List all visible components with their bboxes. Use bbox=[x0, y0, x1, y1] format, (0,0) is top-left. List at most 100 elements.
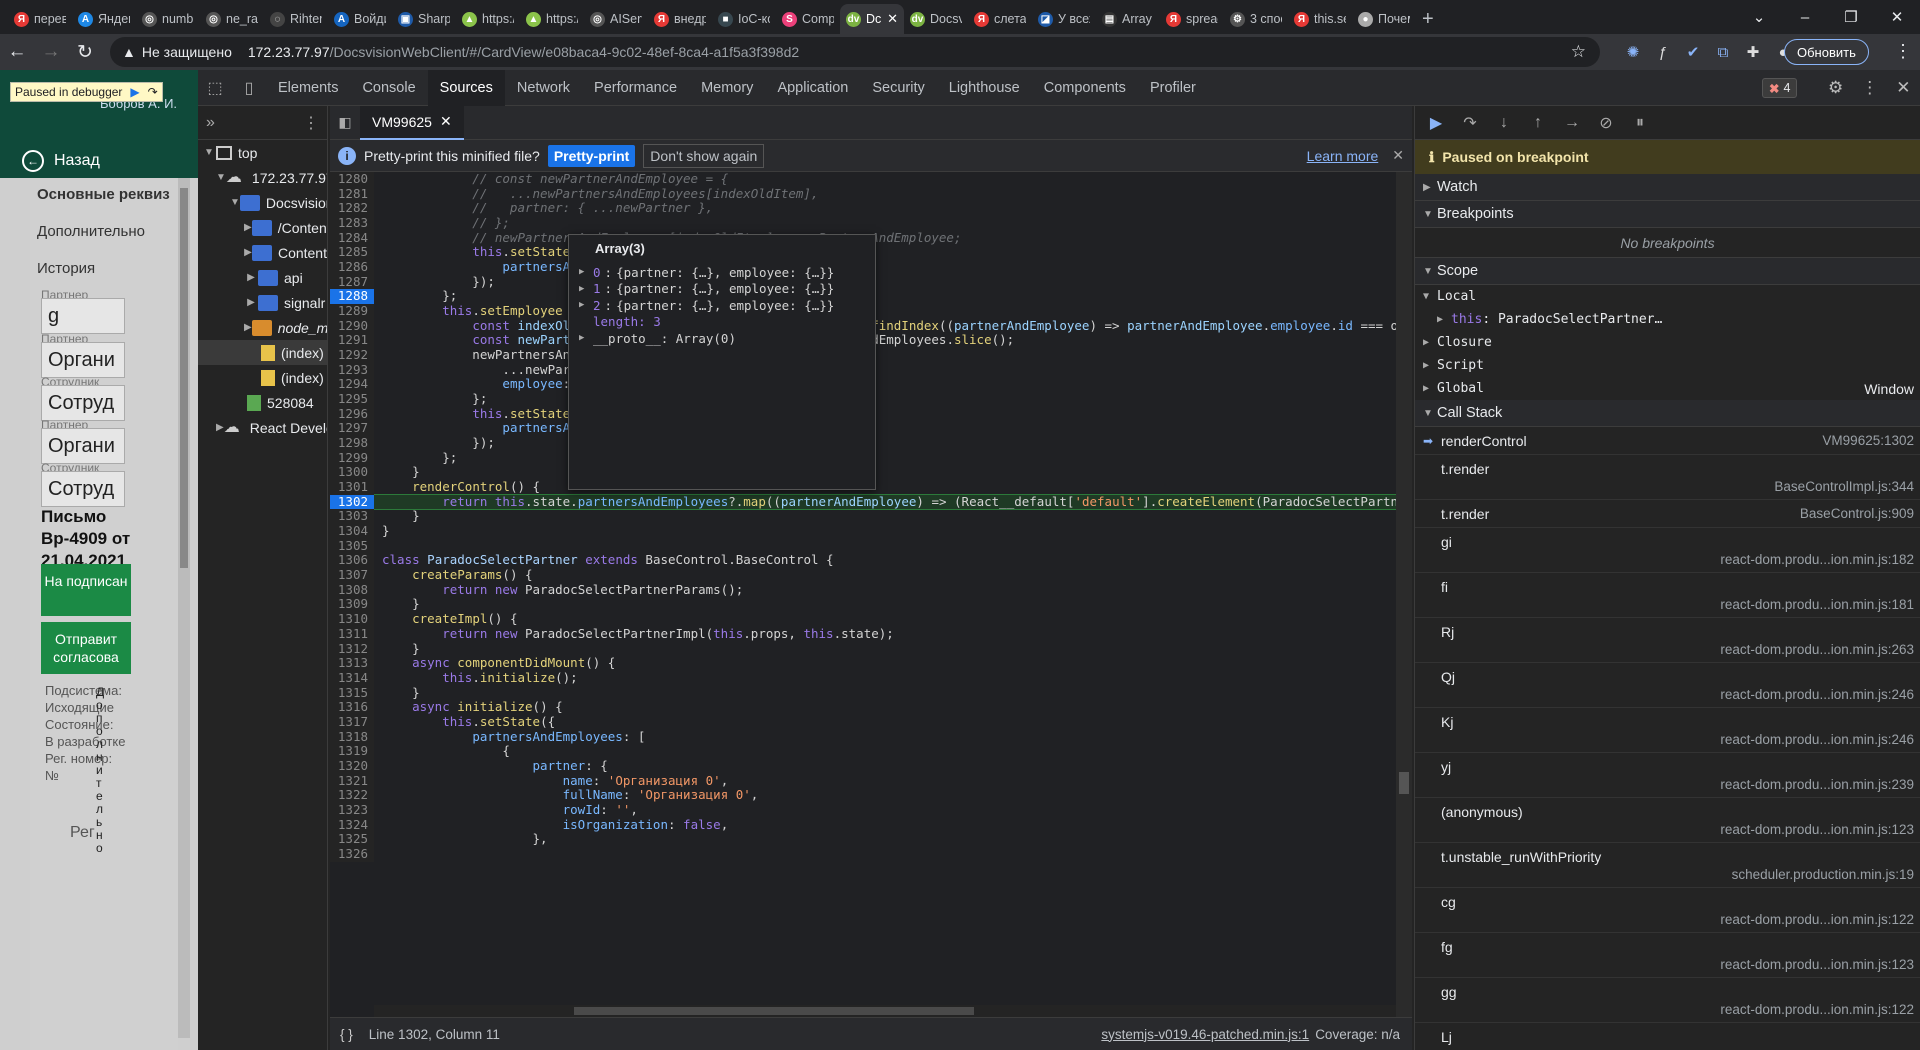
line-number[interactable]: 1313 bbox=[330, 655, 374, 671]
learn-more-link[interactable]: Learn more bbox=[1307, 148, 1379, 164]
browser-tab[interactable]: dv Docsv bbox=[904, 4, 968, 34]
restore-button[interactable]: ❐ bbox=[1828, 8, 1874, 26]
editor-horizontal-scrollbar[interactable] bbox=[374, 1005, 1396, 1017]
line-number[interactable]: 1306 bbox=[330, 553, 374, 569]
browser-tab[interactable]: ■ IoC-ко bbox=[712, 4, 776, 34]
file-tree-item[interactable]: (index) bbox=[198, 365, 327, 390]
code-line[interactable]: 1283 // }; bbox=[330, 215, 1412, 231]
expand-triangle-icon[interactable]: ▶ bbox=[579, 284, 589, 294]
line-number[interactable]: 1322 bbox=[330, 788, 374, 803]
file-tree-item[interactable]: ▶ node_modules bbox=[198, 315, 327, 340]
call-stack-frame[interactable]: cg react-dom.produ...ion.min.js:122 bbox=[1415, 888, 1920, 933]
resume-icon[interactable]: ▶ bbox=[130, 85, 139, 99]
step-into-icon[interactable]: ↓ bbox=[1493, 114, 1515, 132]
file-tree-item[interactable]: (index) bbox=[198, 340, 327, 365]
line-number[interactable]: 1323 bbox=[330, 802, 374, 818]
line-number[interactable]: 1285 bbox=[330, 245, 374, 261]
call-stack-frame[interactable]: Kj react-dom.produ...ion.min.js:246 bbox=[1415, 708, 1920, 753]
scope-closure[interactable]: ▶ Closure bbox=[1415, 331, 1920, 354]
line-number[interactable]: 1283 bbox=[330, 215, 374, 231]
devtools-tab-console[interactable]: Console bbox=[350, 70, 427, 106]
code-line[interactable]: 1317 this.setState({ bbox=[330, 714, 1412, 730]
breakpoint-line-number[interactable]: 1288 bbox=[330, 289, 374, 305]
line-number[interactable]: 1319 bbox=[330, 744, 374, 759]
browser-tab[interactable]: ⚙ 3 спос bbox=[1224, 4, 1288, 34]
browser-tab[interactable]: ▣ SharpL bbox=[392, 4, 456, 34]
line-number[interactable]: 1284 bbox=[330, 230, 374, 246]
code-line[interactable]: 1280 // const newPartnerAndEmployee = { bbox=[330, 172, 1412, 187]
frame-location[interactable]: react-dom.produ...ion.min.js:246 bbox=[1720, 687, 1914, 702]
line-number[interactable]: 1324 bbox=[330, 817, 374, 833]
browser-tab[interactable]: S Comp bbox=[776, 4, 840, 34]
code-line[interactable]: 1313 async componentDidMount() { bbox=[330, 655, 1412, 671]
puzzle-icon[interactable]: ✚ bbox=[1742, 43, 1764, 61]
line-number[interactable]: 1314 bbox=[330, 670, 374, 686]
expand-triangle-icon[interactable]: ▶ bbox=[579, 333, 589, 343]
frame-location[interactable]: react-dom.produ...ion.min.js:123 bbox=[1720, 957, 1914, 972]
line-number[interactable]: 1295 bbox=[330, 391, 374, 407]
browser-tab[interactable]: ● Почем bbox=[1352, 4, 1416, 34]
browser-tab[interactable]: A Войдит bbox=[328, 4, 392, 34]
code-line[interactable]: 1282 // partner: { ...newPartner }, bbox=[330, 201, 1412, 217]
code-line[interactable]: 1306 class ParadocSelectPartner extends B… bbox=[330, 553, 1412, 569]
code-line[interactable]: 1304} bbox=[330, 523, 1412, 539]
code-line[interactable]: 1318 partnersAndEmployees: [ bbox=[330, 729, 1412, 745]
line-number[interactable]: 1298 bbox=[330, 435, 374, 451]
devtools-tab-application[interactable]: Application bbox=[765, 70, 860, 106]
code-line[interactable]: 1315 } bbox=[330, 685, 1412, 701]
step-icon[interactable]: → bbox=[1561, 114, 1583, 132]
code-line[interactable]: 1312 } bbox=[330, 641, 1412, 657]
close-tab-icon[interactable]: ✕ bbox=[440, 113, 452, 130]
code-line[interactable]: 1305 bbox=[330, 538, 1412, 554]
settings-gear-icon[interactable]: ⚙ bbox=[1828, 78, 1843, 98]
code-line[interactable]: 1308 return new ParadocSelectPartnerPara… bbox=[330, 582, 1412, 598]
devtools-tab-network[interactable]: Network bbox=[505, 70, 582, 106]
line-number[interactable]: 1321 bbox=[330, 773, 374, 789]
frame-location[interactable]: BaseControl.js:909 bbox=[1800, 506, 1914, 521]
line-number[interactable]: 1310 bbox=[330, 611, 374, 627]
browser-tab[interactable]: ◎ AIServ bbox=[584, 4, 648, 34]
popover-item[interactable]: ▶ 2: {partner: {…}, employee: {…}} bbox=[579, 297, 865, 314]
frame-location[interactable]: react-dom.produ...ion.min.js:122 bbox=[1720, 1002, 1914, 1017]
frame-location[interactable]: react-dom.produ...ion.min.js:263 bbox=[1720, 642, 1914, 657]
browser-tab[interactable]: Яspread bbox=[1160, 4, 1224, 34]
pretty-print-braces-icon[interactable]: { } bbox=[340, 1027, 353, 1042]
address-bar[interactable]: ▲ Не защищено 172.23.77.97/DocsvisionWeb… bbox=[110, 37, 1600, 67]
editor-vertical-scrollbar[interactable] bbox=[1396, 172, 1412, 1017]
error-count-badge[interactable]: ✖ 4 bbox=[1762, 78, 1798, 98]
scope-local[interactable]: ▼ Local bbox=[1415, 285, 1920, 308]
line-number[interactable]: 1280 bbox=[330, 172, 374, 187]
call-stack-section[interactable]: ▼ Call Stack bbox=[1415, 400, 1920, 427]
step-over-icon[interactable]: ↷ bbox=[1459, 113, 1481, 133]
page-nav-item[interactable]: Основные реквиз bbox=[37, 186, 170, 203]
line-number[interactable]: 1286 bbox=[330, 259, 374, 275]
vertical-tab-label[interactable]: Дополнительно bbox=[96, 686, 106, 855]
code-line[interactable]: 1311 return new ParadocSelectPartnerImpl… bbox=[330, 626, 1412, 642]
call-stack-frame[interactable]: (anonymous) react-dom.produ...ion.min.js:… bbox=[1415, 798, 1920, 843]
file-tree-item[interactable]: ▶ signalr bbox=[198, 290, 327, 315]
reload-icon[interactable]: ↻ bbox=[68, 41, 102, 64]
code-line[interactable]: 1321 name: 'Организация 0', bbox=[330, 773, 1412, 789]
file-tree-item[interactable]: ▶ api bbox=[198, 265, 327, 290]
page-nav-item[interactable]: История bbox=[37, 260, 95, 277]
line-number[interactable]: 1316 bbox=[330, 700, 374, 715]
file-tree-item[interactable]: ▶ /Content bbox=[198, 215, 327, 240]
browser-tab[interactable]: Яперев bbox=[8, 4, 72, 34]
back-button[interactable]: ← Назад bbox=[22, 150, 100, 172]
frame-location[interactable]: react-dom.produ...ion.min.js:181 bbox=[1720, 597, 1914, 612]
scope-global[interactable]: ▶ Global Window bbox=[1415, 377, 1920, 400]
navigator-menu-icon[interactable]: ⋮ bbox=[303, 113, 319, 133]
code-line[interactable]: 1302 return this.state.partnersAndEmploy… bbox=[330, 493, 1412, 511]
devtools-tab-elements[interactable]: Elements bbox=[266, 70, 350, 106]
extension-icon[interactable]: ✺ bbox=[1622, 43, 1644, 61]
code-line[interactable]: 1310 createImpl() { bbox=[330, 611, 1412, 627]
page-scrollbar[interactable] bbox=[178, 178, 190, 1038]
line-number[interactable]: 1301 bbox=[330, 479, 374, 495]
line-number[interactable]: 1281 bbox=[330, 186, 374, 202]
line-number[interactable]: 1308 bbox=[330, 582, 374, 598]
frame-location[interactable]: react-dom.produ...ion.min.js:122 bbox=[1720, 912, 1914, 927]
file-tree-item[interactable]: ▼ top bbox=[198, 140, 327, 165]
code-line[interactable]: 1326 bbox=[330, 846, 1412, 862]
field-input[interactable]: Сотруд bbox=[41, 385, 125, 421]
field-input[interactable]: Органи bbox=[41, 428, 125, 464]
